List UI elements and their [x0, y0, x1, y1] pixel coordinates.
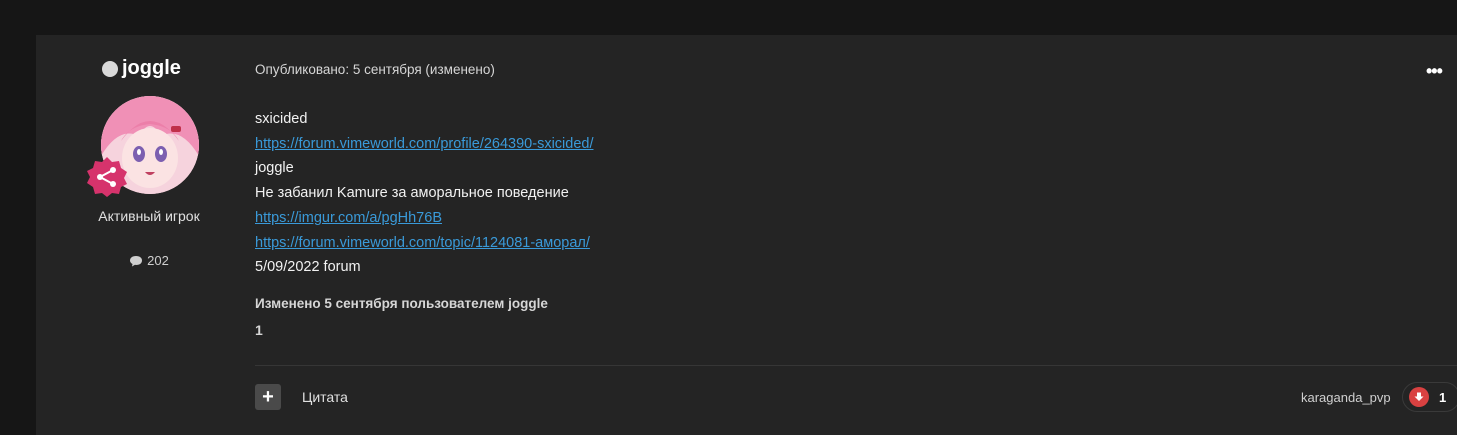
- author-name-row[interactable]: joggle: [102, 57, 181, 80]
- rank-badge[interactable]: [86, 156, 128, 198]
- offline-status-icon: [102, 60, 118, 77]
- author-panel: joggle Активный игрок 202: [36, 35, 262, 435]
- reaction-user[interactable]: karaganda_pvp: [1301, 390, 1391, 405]
- post-body: sxicided https://forum.vimeworld.com/pro…: [255, 107, 593, 280]
- more-options-icon[interactable]: •••: [1426, 61, 1443, 82]
- body-line: 5/09/2022 forum: [255, 259, 361, 276]
- reaction-button[interactable]: 1: [1402, 382, 1457, 412]
- multiquote-button[interactable]: +: [255, 384, 281, 410]
- downvote-icon: [1409, 387, 1429, 407]
- comment-icon: [130, 255, 143, 266]
- reaction-count: 1: [1439, 389, 1447, 405]
- post-count: 202: [36, 253, 262, 268]
- body-line: joggle: [255, 160, 294, 177]
- profile-link[interactable]: https://forum.vimeworld.com/profile/2643…: [255, 132, 593, 157]
- body-line: Не забанил Kamure за аморальное поведени…: [255, 185, 569, 202]
- share-badge-icon: [87, 157, 127, 197]
- edited-note: Изменено 5 сентября пользователем joggle: [255, 296, 548, 311]
- edit-reason: 1: [255, 322, 263, 338]
- quote-button[interactable]: Цитата: [302, 389, 348, 405]
- post-meta: Опубликовано: 5 сентября (изменено): [255, 62, 495, 77]
- post-count-value: 202: [147, 253, 169, 268]
- user-title: Активный игрок: [98, 208, 200, 224]
- body-line: sxicided: [255, 111, 308, 127]
- author-name[interactable]: joggle: [122, 57, 181, 80]
- divider: [255, 365, 1457, 366]
- post-container: joggle Активный игрок 202 Опубликовано: …: [36, 35, 1457, 435]
- topic-link[interactable]: https://forum.vimeworld.com/topic/112408…: [255, 231, 593, 256]
- imgur-link[interactable]: https://imgur.com/a/pgHh76B: [255, 206, 593, 231]
